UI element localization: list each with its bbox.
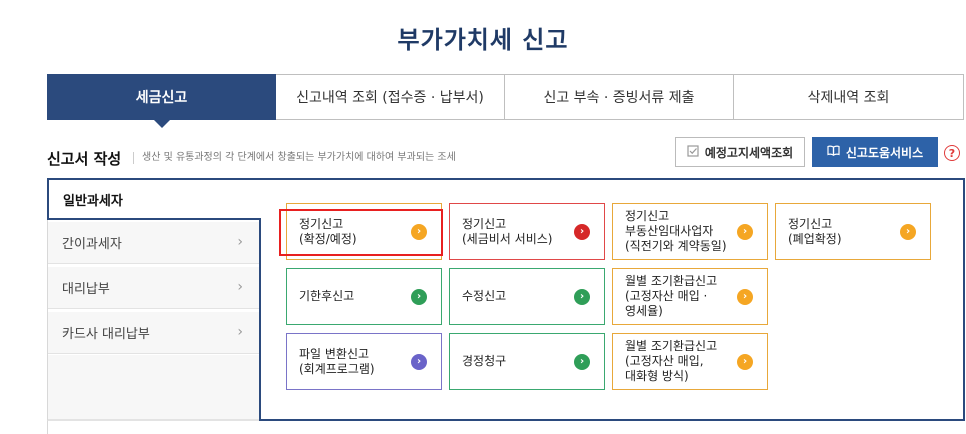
sidebar-item-label: 대리납부 [62,282,110,297]
card-label: 정기신고 (확정/예정) [299,216,357,246]
card-file-conversion-filing[interactable]: 파일 변환신고 (회계프로그램) › [286,333,442,390]
chevron-right-icon: › [237,234,243,250]
card-label: 수정신고 [462,289,507,303]
sidebar-bottom-border [47,420,260,434]
sidebar-item-general-taxpayer[interactable]: 일반과세자 [47,178,261,220]
card-correction-claim[interactable]: 경정청구 › [449,333,605,390]
sidebar-item-card-proxy-payment[interactable]: 카드사 대리납부 › [48,312,261,354]
sidebar: 일반과세자 간이과세자 › 대리납부 › 카드사 대리납부 › [47,178,261,434]
card-regular-filing-real-estate[interactable]: 정기신고 부동산임대사업자 (직전기와 계약동일) › [612,203,768,260]
arrow-right-icon: › [737,288,753,305]
card-monthly-early-refund-interactive[interactable]: 월별 조기환급신고 (고정자산 매입, 대화형 방식) › [612,333,768,390]
arrow-right-icon: › [737,353,753,370]
arrow-right-icon: › [574,223,590,240]
card-label: 정기신고 (세금비서 서비스) [462,216,553,246]
tab-deleted-history[interactable]: 삭제내역 조회 [734,74,964,120]
sidebar-item-label: 간이과세자 [62,237,122,252]
tab-attachments-submit[interactable]: 신고 부속 · 증빙서류 제출 [505,74,734,120]
sidebar-item-simplified-taxpayer[interactable]: 간이과세자 › [48,222,261,264]
section-title: 신고서 작성 [47,150,122,168]
arrow-right-icon: › [411,223,427,240]
card-amended-filing[interactable]: 수정신고 › [449,268,605,325]
arrow-right-icon: › [411,353,427,370]
arrow-right-icon: › [737,223,753,240]
sidebar-item-label: 일반과세자 [63,193,123,209]
card-label: 정기신고 (폐업확정) [788,216,842,246]
tab-filing-history[interactable]: 신고내역 조회 (접수증 · 납부서) [276,74,505,120]
card-late-filing[interactable]: 기한후신고 › [286,268,442,325]
chevron-right-icon: › [237,324,243,340]
checkbox-icon [687,144,699,160]
arrow-right-icon: › [574,288,590,305]
card-regular-filing-closure[interactable]: 정기신고 (폐업확정) › [775,203,931,260]
arrow-right-icon: › [900,223,916,240]
arrow-right-icon: › [574,353,590,370]
card-monthly-early-refund-zero-rate[interactable]: 월별 조기환급신고 (고정자산 매입 · 영세율) › [612,268,768,325]
card-label: 기한후신고 [299,289,355,303]
card-label: 월별 조기환급신고 (고정자산 매입, 대화형 방식) [625,339,718,383]
card-label: 경정청구 [462,354,507,368]
card-label: 파일 변환신고 (회계프로그램) [299,346,375,376]
main-tabs: 세금신고 신고내역 조회 (접수증 · 납부서) 신고 부속 · 증빙서류 제출… [47,74,964,128]
card-label: 정기신고 부동산임대사업자 (직전기와 계약동일) [625,209,727,253]
card-regular-filing-tax-secretary[interactable]: 정기신고 (세금비서 서비스) › [449,203,605,260]
section-description: 생산 및 유통과정의 각 단계에서 창출되는 부가가치에 대하여 부과되는 조세 [133,152,456,164]
book-icon [827,145,840,159]
card-regular-filing-final[interactable]: 정기신고 (확정/예정) › [286,203,442,260]
card-label: 월별 조기환급신고 (고정자산 매입 · 영세율) [625,274,718,318]
page-title: 부가가치세 신고 [397,26,569,54]
chevron-right-icon: › [237,279,243,295]
sidebar-item-label: 카드사 대리납부 [62,327,150,342]
sidebar-empty-area [48,355,261,420]
arrow-right-icon: › [411,288,427,305]
sidebar-item-proxy-payment[interactable]: 대리납부 › [48,267,261,309]
filing-help-service-label: 신고도움서비스 [845,145,924,160]
tab-tax-filing[interactable]: 세금신고 [47,74,276,128]
help-icon[interactable]: ? [944,145,960,161]
estimate-tax-inquiry-label: 예정고지세액조회 [704,145,794,160]
filing-help-service-button[interactable]: 신고도움서비스 [812,137,938,167]
estimate-tax-inquiry-button[interactable]: 예정고지세액조회 [675,137,805,167]
